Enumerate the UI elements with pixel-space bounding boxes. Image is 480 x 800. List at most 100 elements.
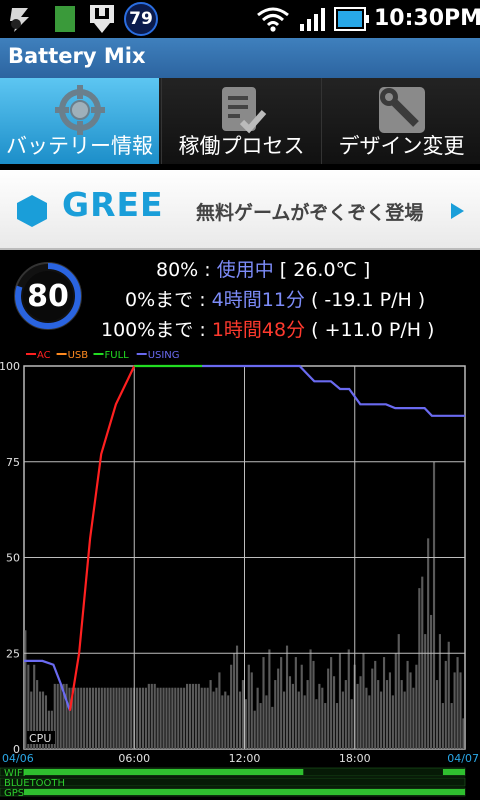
- cpu-bar: [406, 660, 409, 749]
- cpu-bar: [271, 706, 274, 749]
- cpu-bar: [247, 664, 250, 749]
- battery-level-gauge: 80: [14, 262, 82, 330]
- cpu-bar: [274, 680, 277, 749]
- tab-design[interactable]: デザイン変更: [321, 78, 480, 164]
- cpu-bar: [162, 687, 165, 749]
- cpu-bar: [453, 672, 456, 749]
- cpu-bar: [306, 680, 309, 749]
- cpu-bar: [121, 687, 124, 749]
- cpu-bar: [333, 676, 336, 749]
- cpu-bar: [238, 691, 242, 749]
- cpu-bar: [321, 687, 324, 749]
- cpu-bar: [394, 653, 397, 749]
- cpu-bar: [324, 703, 327, 749]
- cpu-bar: [59, 683, 62, 749]
- tab-design-label: デザイン変更: [338, 134, 465, 158]
- cpu-bar: [80, 687, 83, 749]
- cpu-bar: [374, 660, 377, 749]
- y-tick-label: 100: [0, 360, 20, 373]
- charge-rate: ( +11.0 P/H ): [311, 319, 435, 341]
- app-title: Battery Mix: [8, 44, 146, 68]
- cpu-bar: [309, 649, 312, 749]
- cpu-bar: [385, 680, 389, 749]
- cpu-bar: [159, 687, 162, 749]
- cpu-bar: [156, 687, 159, 749]
- cpu-bar: [88, 687, 92, 749]
- cpu-bar: [294, 657, 297, 749]
- battery-icon: [334, 7, 369, 31]
- legend-label: FULL: [105, 350, 130, 361]
- cpu-bar: [341, 691, 344, 749]
- cpu-bar: [118, 687, 121, 749]
- cpu-bar: [77, 687, 80, 749]
- cpu-bar: [268, 649, 271, 749]
- battery-badge: 79: [124, 2, 158, 36]
- cpu-bar: [318, 683, 321, 749]
- cpu-bar: [280, 657, 283, 749]
- cpu-bar: [24, 630, 27, 749]
- cpu-bar: [141, 687, 145, 749]
- status-bar-track: [0, 777, 466, 787]
- ad-banner[interactable]: GREE 無料ゲームがぞくぞく登場: [0, 170, 480, 250]
- cpu-bar: [344, 680, 347, 749]
- cpu-bar: [191, 683, 195, 749]
- cpu-bar: [327, 668, 330, 749]
- tab-battery-info[interactable]: バッテリー情報: [0, 78, 159, 164]
- ad-message: 無料ゲームがぞくぞく登場: [196, 202, 424, 224]
- cpu-bar: [174, 687, 177, 749]
- cpu-bar: [288, 676, 292, 749]
- cpu-bar: [347, 649, 350, 749]
- cpu-bar: [253, 710, 256, 749]
- cpu-bar: [227, 695, 230, 749]
- cpu-bar: [147, 683, 150, 749]
- time-to-full-line: 100%まで : 1時間48分 ( +11.0 P/H ): [101, 315, 434, 341]
- y-tick-label: 75: [6, 456, 20, 469]
- cpu-bar: [418, 588, 421, 749]
- cpu-bar: [450, 703, 453, 749]
- battery-state: 使用中: [216, 259, 274, 281]
- cpu-bar: [265, 695, 268, 749]
- play-arrow-icon: [451, 203, 464, 219]
- cpu-bar: [421, 576, 424, 749]
- cpu-bar: [259, 703, 262, 749]
- cpu-bar: [277, 668, 280, 749]
- cpu-bar: [194, 683, 197, 749]
- cpu-bar: [200, 687, 203, 749]
- cpu-bar: [106, 687, 109, 749]
- usb-debug-icon: [10, 8, 29, 32]
- cpu-bar: [368, 695, 371, 749]
- cpu-bar: [250, 672, 253, 749]
- battery-history-chart: 025507510004/06 06:00 12:00 18:00 04/07AC USB…: [0, 350, 479, 799]
- cpu-bar: [362, 653, 365, 749]
- x-tick-label: 06:00: [118, 752, 150, 765]
- cpu-bar: [83, 687, 86, 749]
- cpu-bar: [209, 680, 212, 749]
- sd-card-icon: [55, 6, 75, 32]
- discharge-rate: ( -19.1 P/H ): [310, 289, 426, 311]
- status-line: 80% : 使用中 [ 26.0℃ ]: [156, 255, 370, 281]
- cpu-bar: [424, 634, 427, 749]
- cpu-bar: [244, 699, 247, 749]
- cpu-bar: [153, 683, 156, 749]
- tab-bar: バッテリー情報 稼働プロセス デザイン変更: [0, 78, 480, 164]
- time-to-full-value: 1時間48分: [211, 319, 306, 341]
- cpu-bar: [230, 664, 233, 749]
- cpu-bar: [359, 676, 362, 749]
- status-time: 10:30PM: [374, 6, 480, 31]
- cpu-bar: [183, 687, 186, 749]
- cpu-bar: [94, 687, 97, 749]
- status-bar-segment: [442, 769, 465, 775]
- cpu-bar: [74, 687, 77, 749]
- cpu-bar: [447, 641, 450, 749]
- cpu-bar: [215, 687, 218, 749]
- cpu-bar: [291, 683, 294, 749]
- tab-processes[interactable]: 稼働プロセス: [161, 78, 321, 164]
- time-to-full-label: 100%まで: [101, 319, 194, 341]
- cpu-bar: [165, 687, 168, 749]
- wrench-icon: [378, 87, 425, 133]
- status-bar-segment: [24, 789, 465, 795]
- cpu-bar: [380, 691, 383, 749]
- download-icon: [90, 5, 114, 33]
- wifi-icon: [257, 7, 289, 32]
- time-to-empty-value: 4時間11分: [211, 289, 305, 311]
